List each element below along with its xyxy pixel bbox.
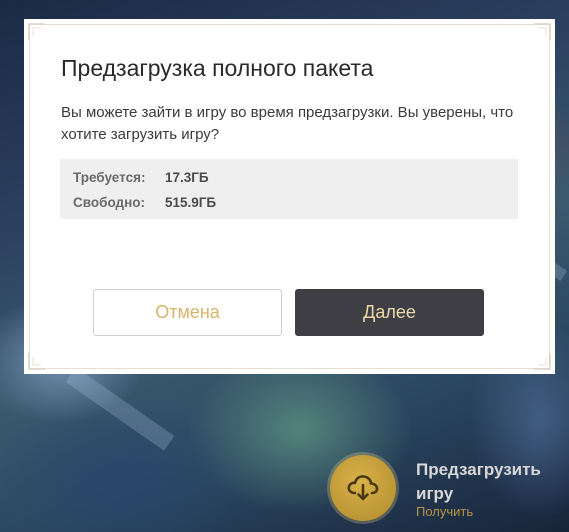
free-space-row: Свободно: 515.9ГБ — [73, 195, 216, 210]
corner-ornament-icon — [534, 353, 551, 370]
required-space-value: 17.3ГБ — [165, 170, 209, 185]
free-space-label: Свободно: — [73, 195, 145, 210]
corner-ornament-icon — [534, 23, 551, 40]
preload-button[interactable] — [330, 455, 396, 521]
background-decoration — [65, 367, 175, 451]
launcher-background: Предзагрузка полного пакета Вы можете за… — [0, 0, 569, 532]
dialog-title: Предзагрузка полного пакета — [61, 55, 374, 81]
corner-ornament-icon — [28, 353, 45, 370]
cancel-button[interactable]: Отмена — [93, 289, 282, 336]
required-space-label: Требуется: — [73, 170, 146, 185]
download-size-info: Требуется: 17.3ГБ Свободно: 515.9ГБ — [60, 159, 518, 219]
next-button[interactable]: Далее — [295, 289, 484, 336]
preload-subtitle: Получить — [416, 504, 474, 519]
preload-dialog: Предзагрузка полного пакета Вы можете за… — [24, 19, 555, 374]
preload-title[interactable]: Предзагрузить игру — [416, 458, 568, 506]
required-space-row: Требуется: 17.3ГБ — [73, 170, 209, 185]
cloud-download-icon — [347, 475, 379, 501]
free-space-value: 515.9ГБ — [165, 195, 217, 210]
corner-ornament-icon — [28, 23, 45, 40]
preload-game-widget[interactable]: Предзагрузить игру Получить — [330, 455, 569, 532]
dialog-message: Вы можете зайти в игру во время предзагр… — [61, 104, 514, 143]
